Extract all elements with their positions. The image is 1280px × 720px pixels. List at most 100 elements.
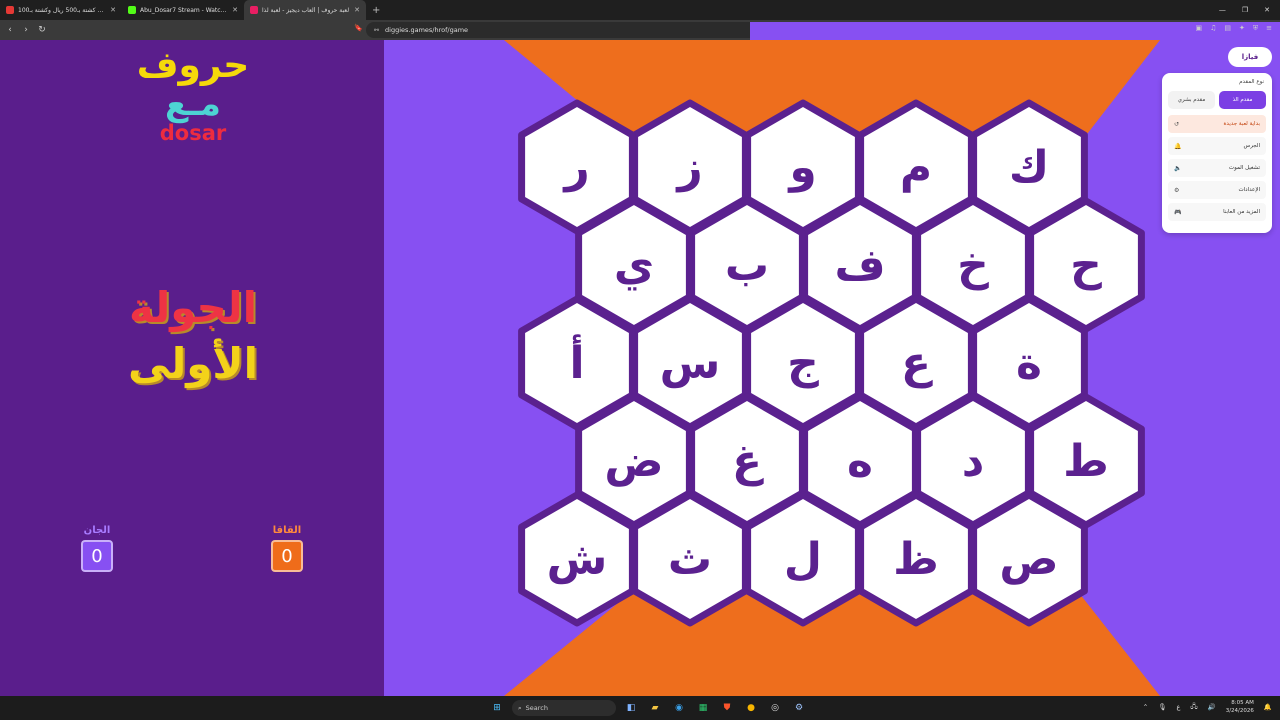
- window-controls: — ❐ ✕: [1209, 0, 1280, 20]
- extension-icon[interactable]: ✦: [1239, 24, 1245, 33]
- tab-title: فالكونز في كشتة بـ500 ريال وكشتة بـ100: [18, 6, 106, 14]
- hex-letter: ز: [675, 142, 702, 193]
- app-icon[interactable]: ▦: [694, 699, 712, 717]
- menu-item-label: بداية لعبة جديدة: [1223, 121, 1260, 127]
- more-games-item[interactable]: المزيد من العابنا 🎮: [1168, 203, 1266, 221]
- browser-tabbar: فالكونز في كشتة بـ500 ريال وكشتة بـ100 ✕…: [0, 0, 1280, 20]
- minimize-icon[interactable]: —: [1219, 6, 1226, 14]
- host-type-toggle: مقدم الذ مقدم بشري: [1168, 91, 1266, 109]
- host-menu: نوع المقدم مقدم الذ مقدم بشري بداية لعبة…: [1162, 73, 1272, 233]
- site-info-icon[interactable]: ⚯: [374, 27, 379, 34]
- kick-icon: [128, 6, 136, 14]
- team-name: الجان: [83, 525, 111, 536]
- edge-icon[interactable]: ◉: [670, 699, 688, 717]
- volume-icon[interactable]: 🔊: [1208, 703, 1216, 711]
- hex-letter: غ: [732, 436, 764, 487]
- menu-item-label: الجرس: [1243, 143, 1260, 149]
- restart-icon: ↺: [1174, 120, 1180, 128]
- new-game-item[interactable]: بداية لعبة جديدة ↺: [1168, 115, 1266, 133]
- hex-letter: ع: [901, 338, 933, 389]
- hex-letter: ش: [547, 534, 608, 585]
- back-icon[interactable]: ‹: [4, 25, 16, 35]
- browser-tab[interactable]: Abu_Dosar7 Stream - Watch Live on ✕: [122, 0, 244, 20]
- team-left: الجان 0: [77, 524, 117, 572]
- reload-icon[interactable]: ↻: [36, 25, 48, 35]
- sidebar-icon[interactable]: ▤: [1224, 24, 1231, 33]
- windows-start-icon[interactable]: ⊞: [488, 699, 506, 717]
- network-icon[interactable]: 🖧: [1190, 702, 1197, 713]
- new-tab-button[interactable]: +: [366, 5, 386, 16]
- bookmark-icon[interactable]: 🔖: [354, 24, 363, 32]
- language-icon[interactable]: ع: [1176, 703, 1180, 711]
- close-window-icon[interactable]: ✕: [1264, 6, 1270, 14]
- file-explorer-icon[interactable]: ▰: [646, 699, 664, 717]
- tab-title: لعبة حروف | ألعاب ديجيز - لعبة لذا: [262, 6, 350, 14]
- gamepad-icon: 🎮: [1174, 208, 1182, 216]
- hex-letter: ل: [784, 534, 822, 585]
- close-icon[interactable]: ✕: [110, 6, 116, 14]
- board-area: ك م و ز ر ح خ ف ب ي ة ع ج س أ ط د ه غ ض ص ظ ل ث ش فيازا نوع المق…: [384, 40, 1280, 696]
- hex-letter: و: [787, 142, 816, 193]
- host-ai-button[interactable]: مقدم الذ: [1219, 91, 1266, 109]
- fawazir-button[interactable]: فيازا: [1228, 47, 1272, 67]
- forward-icon[interactable]: ›: [20, 25, 32, 35]
- menu-icon[interactable]: ≡: [1266, 24, 1272, 33]
- team-score: 0: [271, 540, 303, 572]
- hex-letter: ة: [1016, 338, 1042, 389]
- mic-icon[interactable]: 🎙: [1158, 703, 1166, 711]
- app2-icon[interactable]: ●: [742, 699, 760, 717]
- widgets-icon[interactable]: ◧: [622, 699, 640, 717]
- browser-tab-active[interactable]: لعبة حروف | ألعاب ديجيز - لعبة لذا ✕: [244, 0, 366, 20]
- vpn-icon[interactable]: ⛨: [1253, 24, 1258, 33]
- youtube-icon: [6, 6, 14, 14]
- music-icon[interactable]: ♫: [1210, 24, 1216, 33]
- search-label: Search: [525, 704, 548, 712]
- clock-time: 8:05 AM: [1231, 700, 1254, 706]
- sound-item[interactable]: تشغيل الموت 🔈: [1168, 159, 1266, 177]
- hex-letter: ط: [1063, 436, 1109, 487]
- game-logo: حروف مـع dosar: [120, 46, 266, 156]
- hex-letter: ج: [787, 338, 819, 389]
- bell-icon: 🔔: [1174, 142, 1182, 150]
- host-human-button[interactable]: مقدم بشري: [1168, 91, 1215, 109]
- chevron-up-icon[interactable]: ⌃: [1143, 703, 1148, 711]
- hex-letter: ب: [725, 240, 769, 291]
- url-text[interactable]: diggies.games/hrof/game: [385, 26, 468, 34]
- hex-letter: ض: [604, 436, 663, 487]
- close-icon[interactable]: ✕: [232, 6, 238, 14]
- taskbar: ⊞ ⌕ Search ◧ ▰ ◉ ▦ ⛊ ● ◎ ⚙ ⌃ 🎙 ع 🖧 🔊 8:0…: [0, 696, 1280, 720]
- hex-letter: ك: [1009, 142, 1049, 193]
- menu-item-label: المزيد من العابنا: [1223, 209, 1260, 215]
- notification-icon[interactable]: 🔔: [1264, 703, 1272, 711]
- wallet-icon[interactable]: ▣: [1195, 24, 1202, 33]
- round-line1: الجولة: [128, 283, 257, 332]
- tab-title: Abu_Dosar7 Stream - Watch Live on: [140, 6, 228, 14]
- hex-letter: ظ: [893, 534, 939, 585]
- address-bar[interactable]: ⚯ diggies.games/hrof/game 文 ⇪ ▲: [366, 22, 1280, 678]
- game-page: حروف مـع dosar الجولة الأولى الجان 0 الق…: [0, 40, 1280, 696]
- browser-toolbar: ‹ › ↻ ⚯ diggies.games/hrof/game 文 ⇪ ▲ 🔖 …: [0, 20, 1280, 678]
- settings-item[interactable]: الإعدادات ⚙: [1168, 181, 1266, 199]
- bell-item[interactable]: الجرس 🔔: [1168, 137, 1266, 155]
- brave-icon[interactable]: ⛊: [718, 699, 736, 717]
- logo-line3: dosar: [159, 121, 227, 145]
- browser-tab[interactable]: فالكونز في كشتة بـ500 ريال وكشتة بـ100 ✕: [0, 0, 122, 20]
- hex-letter: د: [962, 436, 985, 487]
- score-panel: حروف مـع dosar الجولة الأولى الجان 0 الق…: [0, 40, 384, 696]
- gear-icon: ⚙: [1174, 186, 1180, 194]
- clock[interactable]: 8:05 AM 3/24/2026: [1226, 699, 1254, 715]
- close-icon[interactable]: ✕: [354, 6, 360, 14]
- clock-date: 3/24/2026: [1225, 708, 1254, 714]
- hex-letter: ص: [999, 534, 1058, 585]
- host-type-label: نوع المقدم: [1239, 79, 1264, 85]
- menu-item-label: الإعدادات: [1238, 187, 1260, 193]
- taskbar-search[interactable]: ⌕ Search: [512, 700, 616, 716]
- hex-letter: ر: [562, 142, 589, 193]
- system-tray: ⌃ 🎙 ع 🖧 🔊 8:05 AM 3/24/2026 🔔: [1143, 699, 1272, 715]
- steam-icon[interactable]: ⚙: [790, 699, 808, 717]
- hex-letter: ح: [1070, 240, 1102, 291]
- maximize-icon[interactable]: ❐: [1242, 6, 1248, 14]
- menu-item-label: تشغيل الموت: [1228, 165, 1260, 171]
- search-icon: ⌕: [518, 703, 522, 712]
- app3-icon[interactable]: ◎: [766, 699, 784, 717]
